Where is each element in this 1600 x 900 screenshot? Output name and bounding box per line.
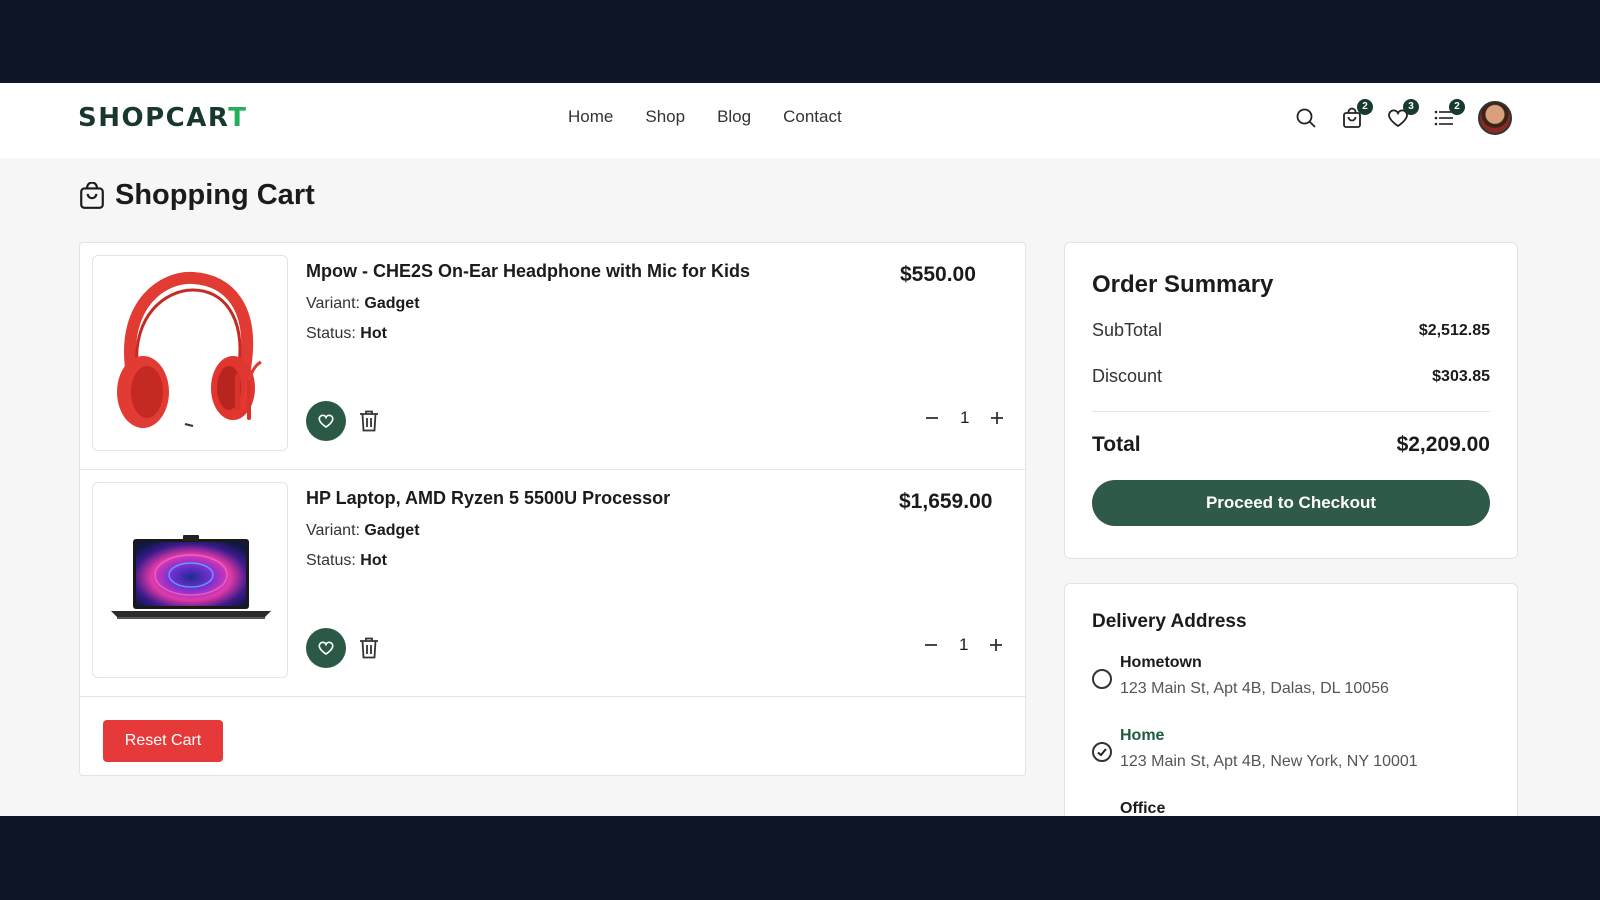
decrease-quantity-button[interactable] xyxy=(922,408,942,428)
cart-count-badge: 2 xyxy=(1357,99,1373,115)
decrease-quantity-button[interactable] xyxy=(921,635,941,655)
address-line: 123 Main St, Apt 4B, New York, NY 10001 xyxy=(1120,753,1418,770)
product-status: Status: Hot xyxy=(306,325,387,343)
status-label: Status: xyxy=(306,552,356,569)
address-radio-checked[interactable] xyxy=(1092,742,1112,762)
trash-icon xyxy=(358,409,380,433)
address-name: Home xyxy=(1120,727,1165,744)
cart-button[interactable]: 2 xyxy=(1340,99,1373,130)
quantity-stepper: 1 xyxy=(921,635,1006,655)
order-summary-card: Order Summary SubTotal $2,512.85 Discoun… xyxy=(1064,242,1518,559)
total-label: Total xyxy=(1092,433,1141,456)
site-header: SHOPCART Home Shop Blog Contact 2 3 2 xyxy=(0,83,1600,158)
product-variant: Variant: Gadget xyxy=(306,522,420,540)
check-icon xyxy=(1096,746,1108,758)
nav-home[interactable]: Home xyxy=(568,107,613,127)
total-value: $2,209.00 xyxy=(1396,433,1490,456)
increase-quantity-button[interactable] xyxy=(986,635,1006,655)
grid-icon xyxy=(1432,110,1456,134)
compare-button[interactable]: 2 xyxy=(1432,99,1465,130)
delivery-address-card: Delivery Address Hometown 123 Main St, A… xyxy=(1064,583,1518,816)
heart-icon xyxy=(317,639,335,657)
discount-value: $303.85 xyxy=(1432,367,1490,385)
discount-row: Discount $303.85 xyxy=(1092,366,1490,387)
logo[interactable]: SHOPCART xyxy=(78,103,247,133)
cart-item: HP Laptop, AMD Ryzen 5 5500U Processor $… xyxy=(80,470,1025,697)
address-name: Office xyxy=(1120,800,1166,816)
nav-blog[interactable]: Blog xyxy=(717,107,751,127)
header-actions: 2 3 2 xyxy=(1294,99,1512,135)
minus-icon xyxy=(925,411,939,425)
nav-contact[interactable]: Contact xyxy=(783,107,842,127)
quantity-value: 1 xyxy=(960,408,970,427)
product-variant: Variant: Gadget xyxy=(306,295,420,313)
avatar[interactable] xyxy=(1478,101,1512,135)
address-line: 123 Main St, Apt 4B, Dalas, DL 10056 xyxy=(1120,680,1389,697)
product-name[interactable]: Mpow - CHE2S On-Ear Headphone with Mic f… xyxy=(306,261,750,282)
proceed-to-checkout-button[interactable]: Proceed to Checkout xyxy=(1092,480,1490,526)
heart-icon xyxy=(317,412,335,430)
trash-icon xyxy=(358,636,380,660)
address-radio[interactable] xyxy=(1092,669,1112,689)
nav-shop[interactable]: Shop xyxy=(645,107,685,127)
product-image-laptop[interactable] xyxy=(92,482,288,678)
increase-quantity-button[interactable] xyxy=(987,408,1007,428)
total-row: Total $2,209.00 xyxy=(1092,433,1490,457)
variant-value: Gadget xyxy=(364,295,420,312)
shopping-bag-icon xyxy=(79,181,105,210)
quantity-value: 1 xyxy=(959,635,969,654)
subtotal-value: $2,512.85 xyxy=(1418,321,1490,339)
cart-item: Mpow - CHE2S On-Ear Headphone with Mic f… xyxy=(80,243,1025,470)
compare-count-badge: 2 xyxy=(1449,99,1465,115)
subtotal-label: SubTotal xyxy=(1092,320,1163,340)
page-title-text: Shopping Cart xyxy=(115,179,315,211)
order-summary-title: Order Summary xyxy=(1092,271,1274,298)
add-to-wishlist-button[interactable] xyxy=(306,401,346,441)
status-label: Status: xyxy=(306,325,356,342)
variant-label: Variant: xyxy=(306,522,360,539)
product-image-headphones[interactable] xyxy=(92,255,288,451)
minus-icon xyxy=(924,638,938,652)
status-value: Hot xyxy=(360,325,387,342)
product-price: $1,659.00 xyxy=(899,490,993,513)
cart-panel: Mpow - CHE2S On-Ear Headphone with Mic f… xyxy=(79,242,1026,776)
wishlist-count-badge: 3 xyxy=(1403,99,1419,115)
quantity-stepper: 1 xyxy=(922,408,1007,428)
logo-accent-letter: T xyxy=(228,103,248,133)
add-to-wishlist-button[interactable] xyxy=(306,628,346,668)
product-name[interactable]: HP Laptop, AMD Ryzen 5 5500U Processor xyxy=(306,488,670,509)
discount-label: Discount xyxy=(1092,366,1163,386)
summary-divider xyxy=(1092,411,1490,412)
main-nav: Home Shop Blog Contact xyxy=(568,107,842,127)
shopping-bag-icon xyxy=(1340,107,1364,134)
logo-text: SHOPCAR xyxy=(78,103,229,133)
product-price: $550.00 xyxy=(900,263,976,286)
reset-cart-button[interactable]: Reset Cart xyxy=(103,720,223,762)
remove-item-button[interactable] xyxy=(357,636,381,660)
variant-label: Variant: xyxy=(306,295,360,312)
address-name: Hometown xyxy=(1120,654,1202,671)
delivery-address-title: Delivery Address xyxy=(1092,611,1247,632)
plus-icon xyxy=(989,638,1003,652)
status-value: Hot xyxy=(360,552,387,569)
page-title: Shopping Cart xyxy=(79,179,315,212)
plus-icon xyxy=(990,411,1004,425)
wishlist-button[interactable]: 3 xyxy=(1386,99,1419,130)
app-viewport: SHOPCART Home Shop Blog Contact 2 3 2 Sh… xyxy=(0,83,1600,816)
subtotal-row: SubTotal $2,512.85 xyxy=(1092,320,1490,341)
heart-icon xyxy=(1386,109,1410,134)
search-icon[interactable] xyxy=(1294,106,1318,130)
variant-value: Gadget xyxy=(364,522,420,539)
product-status: Status: Hot xyxy=(306,552,387,570)
remove-item-button[interactable] xyxy=(357,409,381,433)
